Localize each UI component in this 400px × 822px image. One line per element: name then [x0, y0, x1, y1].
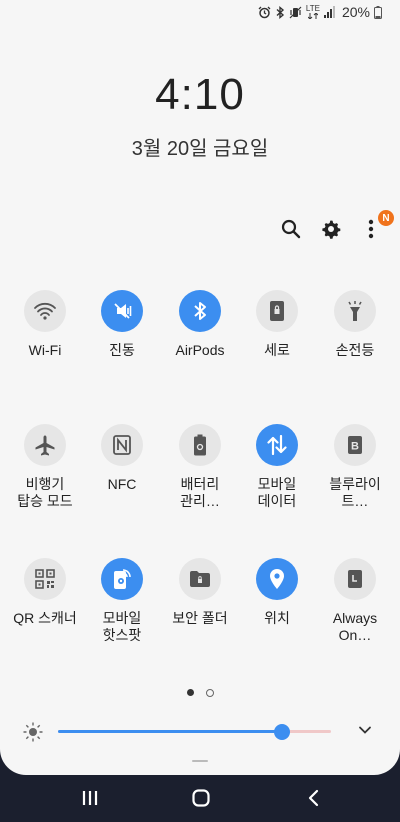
- brightness-control: [20, 718, 380, 746]
- tile-label: 블루라이 트…: [329, 476, 381, 509]
- home-icon[interactable]: [192, 789, 210, 812]
- tile-wifi[interactable]: Wi-Fi: [6, 290, 84, 359]
- lte-label: LTE: [305, 4, 320, 13]
- panel-drag-handle[interactable]: [192, 760, 208, 762]
- tile-nfc[interactable]: NFC: [83, 424, 161, 493]
- page-dot[interactable]: [205, 689, 214, 697]
- secure-folder-icon: [179, 558, 221, 600]
- hotspot-icon: [101, 558, 143, 600]
- location-icon: [256, 558, 298, 600]
- tile-label: 배터리 관리…: [180, 476, 220, 509]
- blue-light-filter-icon: B: [334, 424, 376, 466]
- brightness-icon: [22, 721, 44, 748]
- tile-portrait[interactable]: 세로: [238, 290, 316, 359]
- tile-always-on-display[interactable]: Always On…: [316, 558, 394, 644]
- bluetooth-icon: [275, 5, 285, 19]
- tile-label: 보안 폴더: [172, 610, 228, 626]
- tile-airplane-mode[interactable]: 비행기 탑승 모드: [6, 424, 84, 510]
- tile-label: 위치: [264, 610, 290, 626]
- brightness-slider[interactable]: [58, 723, 331, 740]
- alarm-icon: [258, 6, 271, 19]
- tile-mobile-data[interactable]: 모바일 데이터: [238, 424, 316, 510]
- lte-icon: LTE: [306, 5, 320, 19]
- gear-icon[interactable]: [320, 218, 342, 240]
- vibrate-icon: [101, 290, 143, 332]
- tile-location[interactable]: 위치: [238, 558, 316, 627]
- tile-label: NFC: [107, 476, 137, 492]
- page-indicator: [0, 689, 400, 697]
- always-on-display-icon: [334, 558, 376, 600]
- tile-airpods[interactable]: AirPods: [161, 290, 239, 359]
- wifi-icon: [24, 290, 66, 332]
- qr-code-icon: [24, 558, 66, 600]
- quick-settings-panel: LTE 20% 4:10 3월 20일 금요일 N Wi-Fi 진동 AirPo…: [0, 0, 400, 775]
- battery-icon: [374, 5, 382, 19]
- status-bar: LTE 20%: [258, 4, 382, 20]
- navigation-bar: [0, 775, 400, 822]
- tile-battery-management[interactable]: 배터리 관리…: [161, 424, 239, 510]
- bluetooth-icon: [179, 290, 221, 332]
- notification-badge: N: [378, 210, 394, 226]
- more-options-button[interactable]: N: [360, 210, 394, 240]
- header-actions: N: [280, 210, 394, 240]
- tile-label: 진동: [109, 342, 135, 358]
- tile-label: 모바일 데이터: [257, 476, 297, 509]
- tile-qr-scanner[interactable]: QR 스캐너: [6, 558, 84, 627]
- portrait-lock-icon: [256, 290, 298, 332]
- tile-flashlight[interactable]: 손전등: [316, 290, 394, 359]
- flashlight-icon: [334, 290, 376, 332]
- tile-secure-folder[interactable]: 보안 폴더: [161, 558, 239, 627]
- tile-label: Always On…: [332, 610, 378, 643]
- page-dot-current[interactable]: [186, 689, 194, 696]
- tile-label: QR 스캐너: [13, 610, 77, 626]
- tile-label: Wi-Fi: [28, 342, 62, 358]
- brightness-thumb[interactable]: [273, 723, 290, 740]
- clock-time: 4:10: [155, 70, 245, 119]
- battery-saver-icon: [179, 424, 221, 466]
- signal-icon: [323, 6, 336, 18]
- clock-date: 3월 20일 금요일: [131, 138, 269, 160]
- tile-blue-light-filter[interactable]: B 블루라이 트…: [316, 424, 394, 510]
- svg-text:B: B: [351, 441, 359, 453]
- tile-label: 모바일 핫스팟: [102, 610, 142, 643]
- tile-label: AirPods: [175, 342, 225, 358]
- chevron-down-icon[interactable]: [358, 723, 372, 742]
- nfc-icon: [101, 424, 143, 466]
- tile-mobile-hotspot[interactable]: 모바일 핫스팟: [83, 558, 161, 644]
- search-icon[interactable]: [280, 218, 302, 240]
- tile-label: 손전등: [335, 342, 375, 358]
- tile-label: 비행기 탑승 모드: [17, 476, 73, 509]
- battery-percent: 20%: [341, 4, 370, 20]
- tile-label: 세로: [264, 342, 290, 358]
- brightness-fill: [58, 730, 282, 733]
- vibrate-icon: [289, 6, 302, 19]
- recent-apps-icon[interactable]: [82, 789, 98, 812]
- mobile-data-icon: [256, 424, 298, 466]
- tile-vibrate[interactable]: 진동: [83, 290, 161, 359]
- back-icon[interactable]: [306, 789, 320, 812]
- airplane-icon: [24, 424, 66, 466]
